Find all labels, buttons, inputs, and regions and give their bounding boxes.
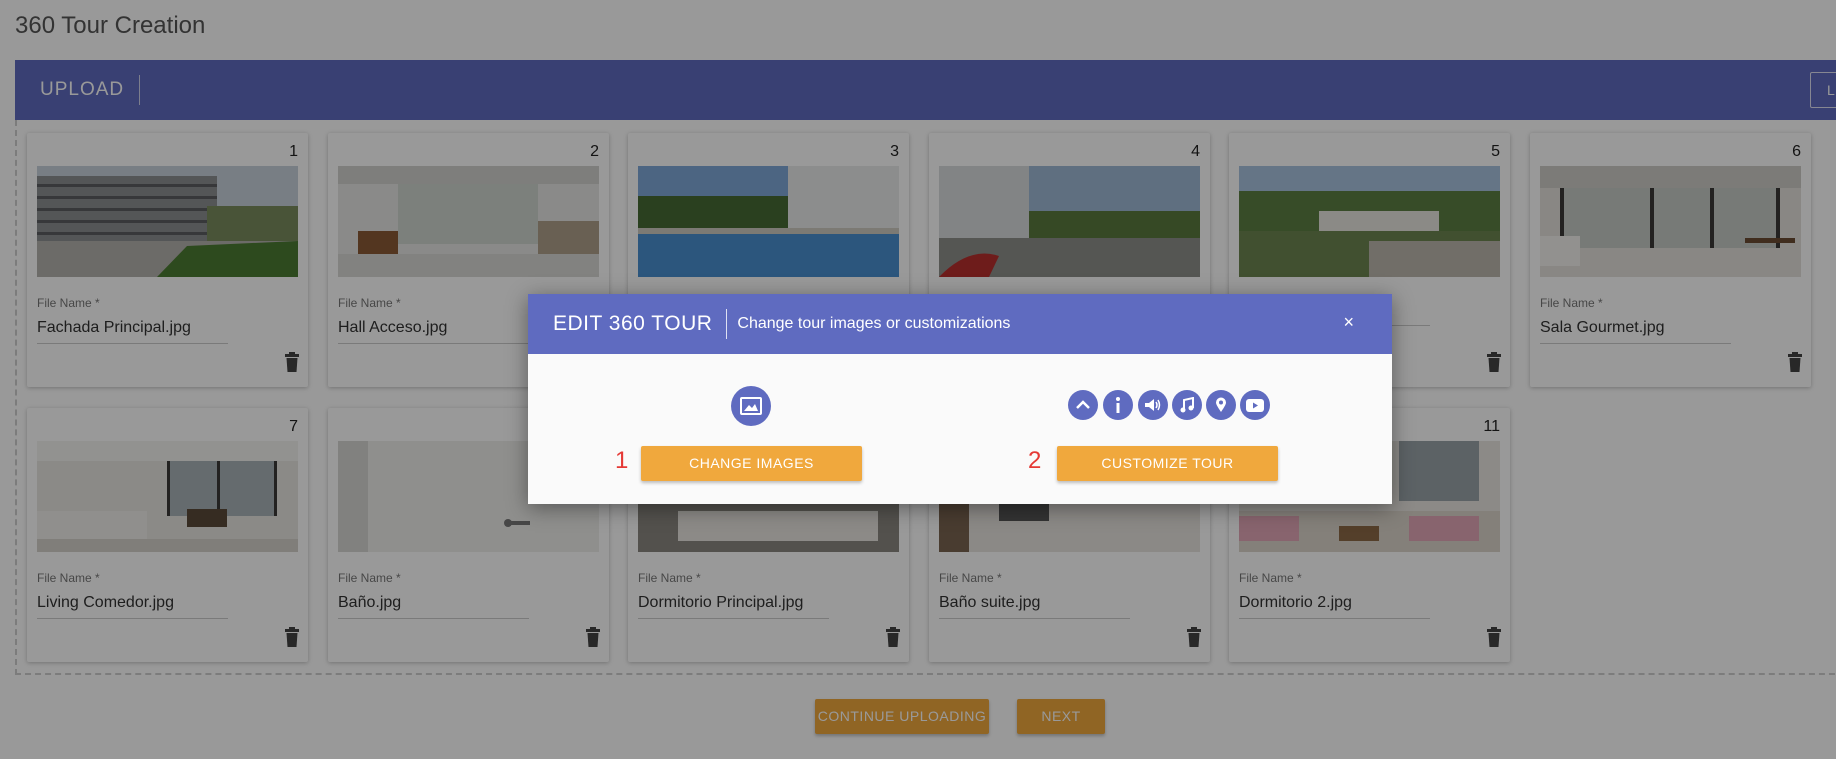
info-icon	[1103, 390, 1133, 420]
music-note-icon	[1172, 390, 1202, 420]
modal-header: EDIT 360 TOUR Change tour images or cust…	[528, 294, 1392, 354]
youtube-icon	[1240, 390, 1270, 420]
volume-icon	[1138, 390, 1168, 420]
modal-subtitle: Change tour images or customizations	[737, 315, 1011, 332]
map-pin-icon	[1206, 390, 1236, 420]
step-number-2: 2	[1028, 447, 1042, 474]
edit-tour-modal: EDIT 360 TOUR Change tour images or cust…	[528, 294, 1392, 504]
chevron-up-icon	[1068, 390, 1098, 420]
step-number-1: 1	[615, 447, 629, 474]
image-icon	[731, 386, 771, 426]
modal-title: EDIT 360 TOUR	[528, 309, 728, 339]
close-icon[interactable]: ×	[1343, 312, 1354, 333]
customize-tour-button[interactable]: CUSTOMIZE TOUR	[1057, 446, 1278, 481]
change-images-button[interactable]: CHANGE IMAGES	[641, 446, 862, 481]
